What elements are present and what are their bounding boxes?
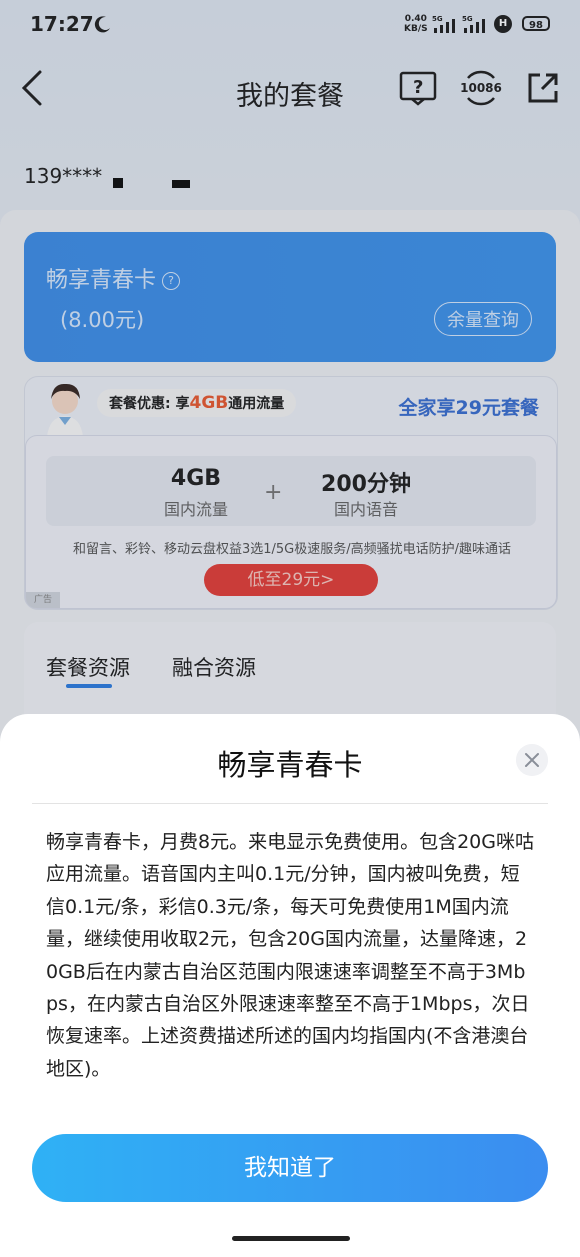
close-icon[interactable]: [516, 744, 548, 776]
ok-button[interactable]: 我知道了: [32, 1134, 548, 1202]
plan-description: 畅享青春卡，月费8元。来电显示免费使用。包含20G咪咕应用流量。语音国内主叫0.…: [46, 831, 534, 1080]
divider: [32, 803, 548, 804]
sheet-title: 畅享青春卡: [217, 748, 363, 782]
plan-detail-sheet: 畅享青春卡 畅享青春卡，月费8元。来电显示免费使用。包含20G咪咕应用流量。语音…: [0, 714, 580, 1257]
home-indicator[interactable]: [232, 1236, 350, 1241]
